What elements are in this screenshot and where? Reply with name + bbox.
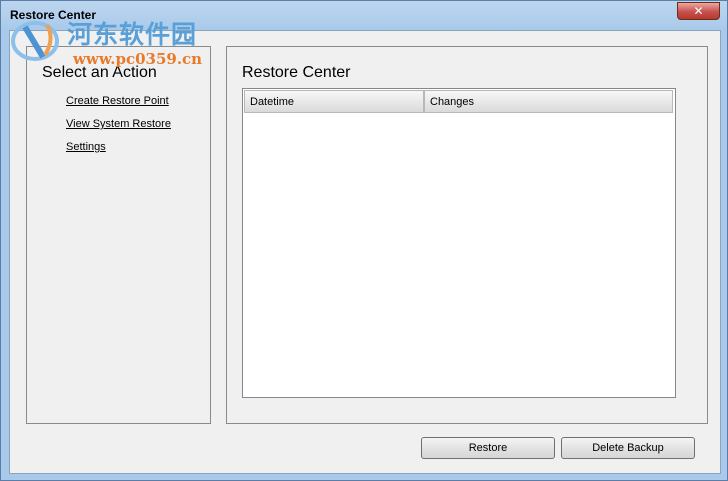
watermark-logo-icon: [11, 21, 59, 61]
watermark-url: www.pc0359.cn: [73, 50, 203, 68]
action-panel: Select an Action Create Restore Point Vi…: [26, 46, 211, 424]
create-restore-point-link[interactable]: Create Restore Point: [66, 95, 169, 107]
delete-backup-button[interactable]: Delete Backup: [561, 437, 695, 459]
view-system-restore-link[interactable]: View System Restore: [66, 118, 171, 130]
client-area: Select an Action Create Restore Point Vi…: [9, 30, 721, 474]
restore-points-list[interactable]: Datetime Changes: [242, 88, 676, 398]
restore-center-panel: Restore Center Datetime Changes: [226, 46, 708, 424]
column-header-datetime[interactable]: Datetime: [244, 90, 424, 113]
restore-center-heading: Restore Center: [242, 64, 351, 81]
watermark-chinese-text: 河东软件园: [67, 20, 198, 49]
app-window: Restore Center ✕ Select an Action Create…: [0, 0, 728, 481]
close-button[interactable]: ✕: [677, 2, 720, 20]
column-header-changes[interactable]: Changes: [424, 90, 673, 113]
settings-link[interactable]: Settings: [66, 141, 106, 153]
restore-button[interactable]: Restore: [421, 437, 555, 459]
close-icon: ✕: [693, 4, 704, 18]
watermark: 河东软件园 www.pc0359.cn: [5, 13, 215, 71]
